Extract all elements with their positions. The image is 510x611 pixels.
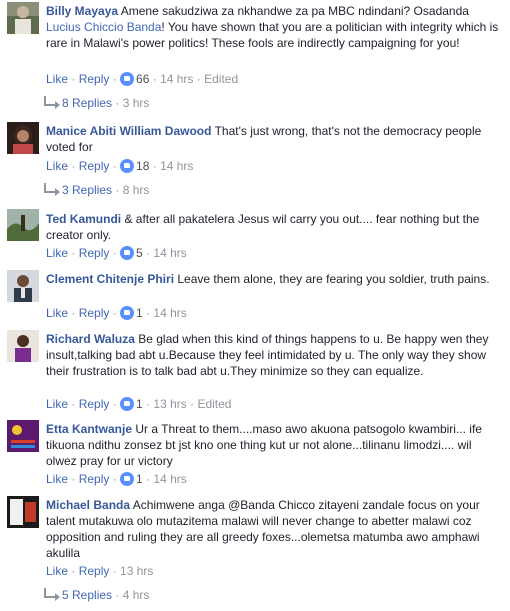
thumbs-up-icon <box>120 306 135 320</box>
replies-link[interactable]: 8 Replies · 3 hrs <box>44 96 149 110</box>
reply-arrow-icon <box>44 96 60 109</box>
replies-count[interactable]: 3 Replies <box>62 183 112 197</box>
comment-author[interactable]: Richard Waluza <box>46 332 135 346</box>
reply-button[interactable]: Reply <box>79 72 110 86</box>
comment-timestamp[interactable]: 14 hrs <box>153 246 186 260</box>
like-button[interactable]: Like <box>46 72 68 86</box>
comment-author[interactable]: Michael Banda <box>46 498 130 512</box>
thumbs-up-icon <box>120 159 135 173</box>
replies-link[interactable]: 3 Replies · 8 hrs <box>44 183 149 197</box>
reply-button[interactable]: Reply <box>79 306 110 320</box>
like-count[interactable]: 1 <box>136 397 143 411</box>
reply-arrow-icon <box>44 588 60 601</box>
like-count[interactable]: 66 <box>136 72 149 86</box>
like-button[interactable]: Like <box>46 159 68 173</box>
avatar[interactable] <box>7 330 39 362</box>
edited-label[interactable]: Edited <box>197 397 231 411</box>
replies-timestamp: 4 hrs <box>122 588 150 602</box>
replies-count[interactable]: 8 Replies <box>62 96 112 110</box>
comment-timestamp[interactable]: 13 hrs <box>120 564 153 578</box>
reply-button[interactable]: Reply <box>79 397 110 411</box>
like-button[interactable]: Like <box>46 246 68 260</box>
comment-text: Amene sakudziwa za nkhandwe za pa MBC nd… <box>118 4 469 18</box>
replies-count[interactable]: 5 Replies <box>62 588 112 602</box>
mention-link[interactable]: Lucius Chiccio Banda <box>46 20 161 34</box>
reply-button[interactable]: Reply <box>79 564 110 578</box>
comment-author[interactable]: Billy Mayaya <box>46 4 118 18</box>
reply-button[interactable]: Reply <box>79 159 110 173</box>
comment-author[interactable]: Ted Kamundi <box>46 212 121 226</box>
comment-timestamp[interactable]: 13 hrs <box>153 397 186 411</box>
replies-link[interactable]: 5 Replies · 4 hrs <box>44 588 149 602</box>
thumbs-up-icon <box>120 472 135 486</box>
comment-timestamp[interactable]: 14 hrs <box>153 306 186 320</box>
thumbs-up-icon <box>120 397 135 411</box>
avatar[interactable] <box>7 496 39 528</box>
avatar[interactable] <box>7 122 39 154</box>
like-button[interactable]: Like <box>46 306 68 320</box>
comment-timestamp[interactable]: 14 hrs <box>160 72 193 86</box>
like-count[interactable]: 1 <box>136 306 143 320</box>
avatar[interactable] <box>7 270 39 302</box>
like-button[interactable]: Like <box>46 397 68 411</box>
comment-author[interactable]: Clement Chitenje Phiri <box>46 272 174 286</box>
reply-button[interactable]: Reply <box>79 246 110 260</box>
comment-author[interactable]: Etta Kantwanje <box>46 422 132 436</box>
avatar[interactable] <box>7 420 39 452</box>
like-button[interactable]: Like <box>46 564 68 578</box>
reply-button[interactable]: Reply <box>79 472 110 486</box>
edited-label[interactable]: Edited <box>204 72 238 86</box>
like-count[interactable]: 1 <box>136 472 143 486</box>
like-button[interactable]: Like <box>46 472 68 486</box>
thumbs-up-icon <box>120 72 135 86</box>
comment-timestamp[interactable]: 14 hrs <box>153 472 186 486</box>
avatar[interactable] <box>7 209 39 241</box>
thumbs-up-icon <box>120 246 135 260</box>
comment-author[interactable]: Manice Abiti William Dawood <box>46 124 211 138</box>
reply-arrow-icon <box>44 183 60 196</box>
like-count[interactable]: 5 <box>136 246 143 260</box>
like-count[interactable]: 18 <box>136 159 149 173</box>
comment-timestamp[interactable]: 14 hrs <box>160 159 193 173</box>
avatar[interactable] <box>7 2 39 34</box>
comment-text: Leave them alone, they are fearing you s… <box>174 272 490 286</box>
replies-timestamp: 3 hrs <box>122 96 150 110</box>
replies-timestamp: 8 hrs <box>122 183 150 197</box>
